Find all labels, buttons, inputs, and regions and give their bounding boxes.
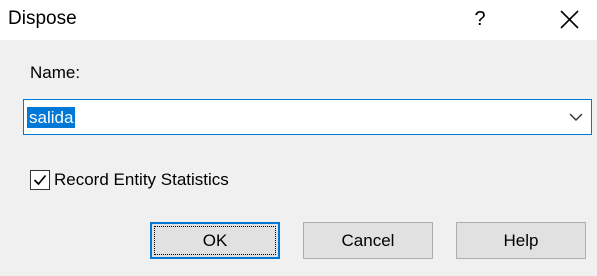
- help-button[interactable]: Help: [456, 222, 586, 259]
- ok-button[interactable]: OK: [150, 222, 280, 259]
- checkmark-icon: [33, 174, 47, 186]
- chevron-down-icon[interactable]: [567, 109, 585, 125]
- dialog-title: Dispose: [8, 8, 77, 29]
- record-entity-statistics-label[interactable]: Record Entity Statistics: [54, 169, 229, 191]
- name-combobox-value[interactable]: salida: [27, 107, 76, 128]
- record-entity-statistics-option[interactable]: Record Entity Statistics: [30, 168, 229, 192]
- record-entity-statistics-checkbox[interactable]: [30, 170, 50, 190]
- name-label: Name:: [30, 63, 81, 82]
- help-question-button[interactable]: ?: [466, 4, 494, 34]
- dispose-dialog: Dispose ? Name: salida Record Entity Sta…: [0, 0, 597, 276]
- close-button[interactable]: [549, 2, 589, 36]
- title-bar: Dispose ?: [0, 0, 597, 40]
- cancel-button[interactable]: Cancel: [303, 222, 433, 259]
- name-combobox[interactable]: salida: [23, 99, 592, 135]
- close-icon: [560, 10, 579, 29]
